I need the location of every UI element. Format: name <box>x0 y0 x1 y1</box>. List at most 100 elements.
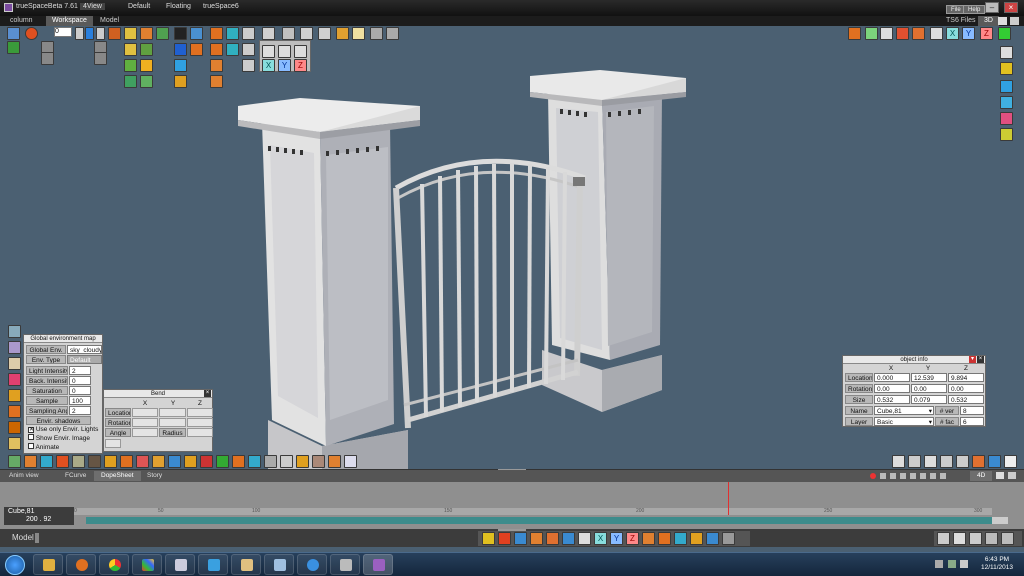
taskbar-chrome[interactable] <box>99 554 129 575</box>
fog-icon[interactable] <box>8 357 21 370</box>
bevel-tool-icon[interactable] <box>690 532 703 545</box>
axis-y-icon[interactable]: Y <box>278 59 291 72</box>
go-start-icon[interactable] <box>41 52 54 65</box>
layer-select[interactable]: Basic ▾ <box>874 417 934 426</box>
settings-icon[interactable] <box>344 455 357 468</box>
move-yz-icon[interactable] <box>278 45 291 58</box>
animate-checkbox[interactable]: Animate <box>26 443 102 452</box>
solid-display-icon[interactable] <box>937 532 950 545</box>
object-name-select[interactable]: Cube,81 ▾ <box>874 406 934 415</box>
size-y-input[interactable]: 0.079 <box>911 395 947 404</box>
go-end-icon[interactable] <box>94 52 107 65</box>
cone-icon[interactable] <box>210 59 223 72</box>
vertex-mode-icon[interactable] <box>578 532 591 545</box>
y-axis-icon[interactable]: Y <box>962 27 975 40</box>
sweep-icon[interactable] <box>120 455 133 468</box>
tab-column[interactable]: column <box>4 16 39 26</box>
pause-icon[interactable] <box>908 455 921 468</box>
extrude-icon[interactable] <box>168 455 181 468</box>
pick-icon[interactable] <box>514 532 527 545</box>
torus-icon[interactable] <box>88 455 101 468</box>
sphere-icon[interactable] <box>226 27 239 40</box>
help-icon[interactable] <box>988 455 1001 468</box>
particle-icon[interactable] <box>8 405 21 418</box>
world-icon[interactable] <box>1000 80 1013 93</box>
view-close-icon[interactable] <box>1010 17 1019 25</box>
tab-model[interactable]: Model <box>94 16 125 26</box>
prev-frame-icon[interactable] <box>75 27 84 40</box>
edit-icon[interactable] <box>482 532 495 545</box>
boolean-icon[interactable] <box>104 455 117 468</box>
cylinder-icon[interactable] <box>56 455 69 468</box>
color-picker-icon[interactable] <box>1000 128 1013 141</box>
box-icon[interactable] <box>190 43 203 56</box>
scale-icon[interactable] <box>282 27 295 40</box>
palette-icon[interactable] <box>1000 112 1013 125</box>
bend-rotation-z[interactable] <box>187 418 213 427</box>
x-lock-icon[interactable]: X <box>594 532 607 545</box>
close-window-button[interactable]: × <box>1004 2 1018 13</box>
object-tool-icon[interactable] <box>930 27 943 40</box>
key-icon[interactable] <box>8 437 21 450</box>
camera-icon[interactable] <box>174 27 187 40</box>
bevel-icon[interactable] <box>152 455 165 468</box>
back-intensity-input[interactable]: 0 <box>69 376 91 385</box>
play-icon[interactable] <box>85 27 94 40</box>
spline-icon[interactable] <box>140 43 153 56</box>
select-tool-icon[interactable] <box>7 27 20 40</box>
envir-shadows-button[interactable]: Envir. shadows <box>26 416 91 425</box>
taskbar-internet-explorer[interactable] <box>297 554 327 575</box>
smooth-tool-icon[interactable] <box>674 532 687 545</box>
figure-icon[interactable] <box>312 455 325 468</box>
rotation-z-input[interactable]: 0.00 <box>948 384 984 393</box>
x-axis-icon[interactable]: X <box>946 27 959 40</box>
tab-workspace[interactable]: Workspace <box>46 16 93 26</box>
bend-location-y[interactable] <box>159 408 186 417</box>
system-clock[interactable]: 6:43 PM 12/11/2013 <box>976 556 1018 572</box>
frame-input[interactable]: 0 <box>54 27 72 37</box>
move-xz-icon[interactable] <box>294 45 307 58</box>
track-scroll-handle[interactable] <box>992 517 1008 524</box>
align-icon[interactable] <box>280 455 293 468</box>
library-browser-icon[interactable] <box>848 27 861 40</box>
location-y-input[interactable]: 12.539 <box>911 373 947 382</box>
bend-rotation-x[interactable] <box>132 418 158 427</box>
axis-icon[interactable] <box>300 27 313 40</box>
layout-display-icon[interactable] <box>1001 532 1014 545</box>
tray-arrow-icon[interactable] <box>935 560 943 568</box>
close-icon[interactable]: × <box>204 390 211 397</box>
cone-icon[interactable] <box>72 455 85 468</box>
env-type-value[interactable]: Default <box>67 355 102 364</box>
z-lock-icon[interactable]: Z <box>626 532 639 545</box>
plant-icon[interactable] <box>140 75 153 88</box>
taskbar-media-player[interactable] <box>66 554 96 575</box>
torus-icon[interactable] <box>174 75 187 88</box>
scene-icon[interactable] <box>174 43 187 56</box>
cube-primitive-icon[interactable] <box>210 43 223 56</box>
volume-icon[interactable] <box>8 389 21 402</box>
model-grip[interactable] <box>35 533 39 543</box>
use-only-envir-lights-checkbox[interactable]: ✕ Use only Envir. Lights <box>26 425 102 434</box>
mirror-icon[interactable] <box>264 455 277 468</box>
z-axis-icon[interactable]: Z <box>980 27 993 40</box>
unlink-icon[interactable] <box>352 27 365 40</box>
wireframe-icon[interactable] <box>865 27 878 40</box>
close-icon[interactable]: × <box>977 356 984 363</box>
layers-icon[interactable] <box>8 325 21 338</box>
axis-z-icon[interactable]: Z <box>294 59 307 72</box>
sphere-icon[interactable] <box>40 455 53 468</box>
more-tools-icon[interactable] <box>722 532 735 545</box>
minimize-button[interactable]: – <box>985 2 999 13</box>
weld-tool-icon[interactable] <box>642 532 655 545</box>
wire-display-icon[interactable] <box>953 532 966 545</box>
frame-all-icon[interactable] <box>880 27 893 40</box>
sample-input[interactable]: 100 <box>69 396 91 405</box>
move-xy-icon[interactable] <box>262 45 275 58</box>
taskbar-app-10[interactable] <box>330 554 360 575</box>
snap-icon[interactable] <box>318 27 331 40</box>
axis-x-icon[interactable]: X <box>262 59 275 72</box>
magnet-icon[interactable] <box>200 455 213 468</box>
bend-expand-button[interactable] <box>105 439 121 448</box>
brush-icon[interactable] <box>8 421 21 434</box>
size-z-input[interactable]: 0.532 <box>948 395 984 404</box>
